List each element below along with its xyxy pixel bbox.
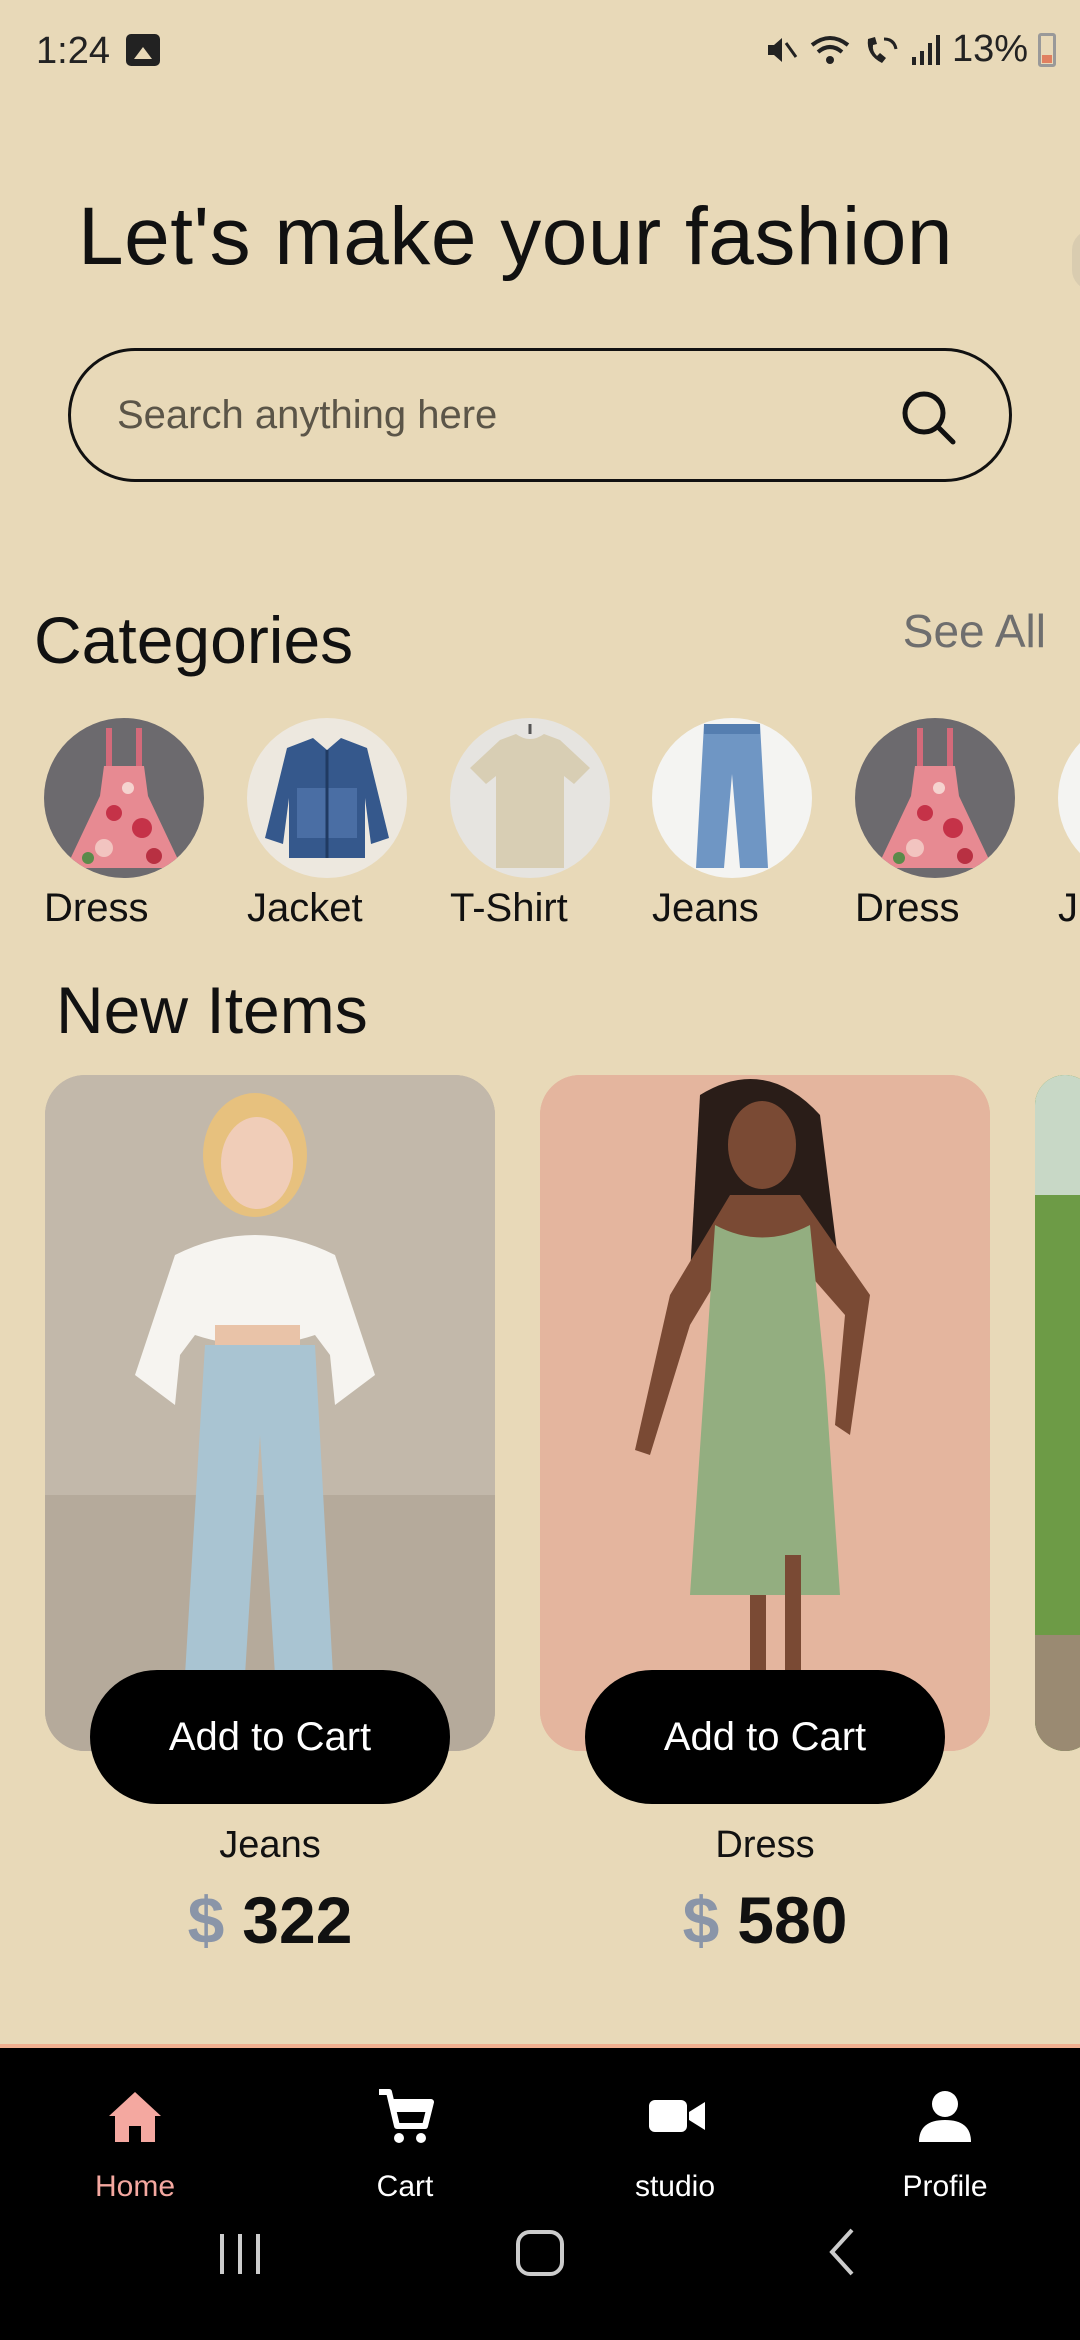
video-icon — [649, 2100, 705, 2132]
jacket-thumbnail — [247, 718, 407, 878]
price-value: 322 — [242, 1883, 353, 1957]
category-item-jeans[interactable]: Jeans — [652, 718, 812, 930]
nav-item-profile[interactable]: Profile — [845, 2048, 1045, 2238]
bottom-nav: Home Cart studio Profile — [0, 2048, 1080, 2340]
category-label: Jeans — [652, 886, 759, 930]
search-bar[interactable] — [68, 348, 1012, 482]
category-item-dress-2[interactable]: Dress — [855, 718, 1015, 930]
category-item-dress[interactable]: Dress — [44, 718, 204, 930]
category-label: Dress — [44, 886, 149, 930]
screen: 1:24 13% Let's make your fashion Search … — [0, 0, 1080, 2340]
wifi-calling-icon — [867, 36, 898, 63]
search-icon[interactable] — [899, 388, 959, 448]
jacket-thumbnail — [1058, 718, 1080, 878]
product-card-jeans[interactable] — [45, 1075, 495, 1751]
currency-symbol: $ — [187, 1883, 225, 1957]
search-input[interactable] — [117, 392, 897, 438]
price-value: 580 — [737, 1883, 848, 1957]
product-card-dress[interactable] — [540, 1075, 990, 1751]
tshirt-thumbnail — [450, 718, 610, 878]
profile-icon — [919, 2091, 971, 2142]
status-right: 13% — [764, 28, 1056, 71]
battery-percent: 13% — [951, 28, 1028, 70]
nav-label: studio — [634, 2170, 716, 2203]
dress-thumbnail — [44, 718, 204, 878]
home-icon — [109, 2092, 161, 2142]
cart-icon — [379, 2089, 434, 2143]
product-price: $322 — [45, 1882, 495, 1958]
add-to-cart-button[interactable]: Add to Cart — [585, 1670, 945, 1804]
category-label: J — [1058, 886, 1078, 928]
status-bar: 1:24 13% — [0, 0, 1080, 100]
product-name: Jeans — [219, 1824, 321, 1866]
mute-icon — [767, 37, 798, 62]
nav-item-cart[interactable]: Cart — [305, 2048, 505, 2238]
gallery-notification-icon — [126, 34, 160, 66]
avatar-edge[interactable] — [1072, 230, 1080, 290]
currency-symbol: $ — [682, 1883, 720, 1957]
nav-label: Home — [94, 2170, 176, 2203]
battery-icon — [1038, 32, 1056, 67]
recent-apps-icon[interactable] — [210, 2212, 270, 2292]
page-title: Let's make your fashion — [78, 191, 953, 282]
home-button-icon[interactable] — [508, 2212, 572, 2292]
nav-label: Cart — [376, 2170, 434, 2203]
back-icon[interactable] — [818, 2212, 868, 2292]
product-price: $580 — [540, 1882, 990, 1958]
category-item-jacket[interactable]: Jacket — [247, 718, 407, 930]
dress-model-image — [540, 1075, 990, 1751]
category-item-tshirt[interactable]: T-Shirt — [450, 718, 610, 930]
jeans-model-image — [45, 1075, 495, 1751]
wifi-icon — [810, 35, 850, 64]
category-label: T-Shirt — [450, 886, 568, 930]
nav-label: Profile — [902, 2170, 988, 2203]
category-label: Jacket — [247, 886, 363, 930]
category-item-partial[interactable]: J — [1058, 718, 1080, 928]
see-all-link[interactable]: See All — [903, 604, 1046, 658]
product-name: Dress — [715, 1824, 815, 1866]
garden-image — [1035, 1075, 1080, 1751]
status-time: 1:24 — [36, 30, 110, 72]
category-label: Dress — [855, 886, 960, 930]
signal-icon — [911, 34, 940, 65]
nav-item-home[interactable]: Home — [35, 2048, 235, 2238]
nav-item-studio[interactable]: studio — [575, 2048, 775, 2238]
new-items-title: New Items — [56, 973, 368, 1047]
category-list: Dress Jacket T-Shirt Jeans Dress J — [0, 718, 1080, 938]
dress-thumbnail — [855, 718, 1015, 878]
add-to-cart-button[interactable]: Add to Cart — [90, 1670, 450, 1804]
jeans-thumbnail — [652, 718, 812, 878]
product-card-partial[interactable] — [1035, 1075, 1080, 1751]
categories-title: Categories — [34, 603, 354, 677]
